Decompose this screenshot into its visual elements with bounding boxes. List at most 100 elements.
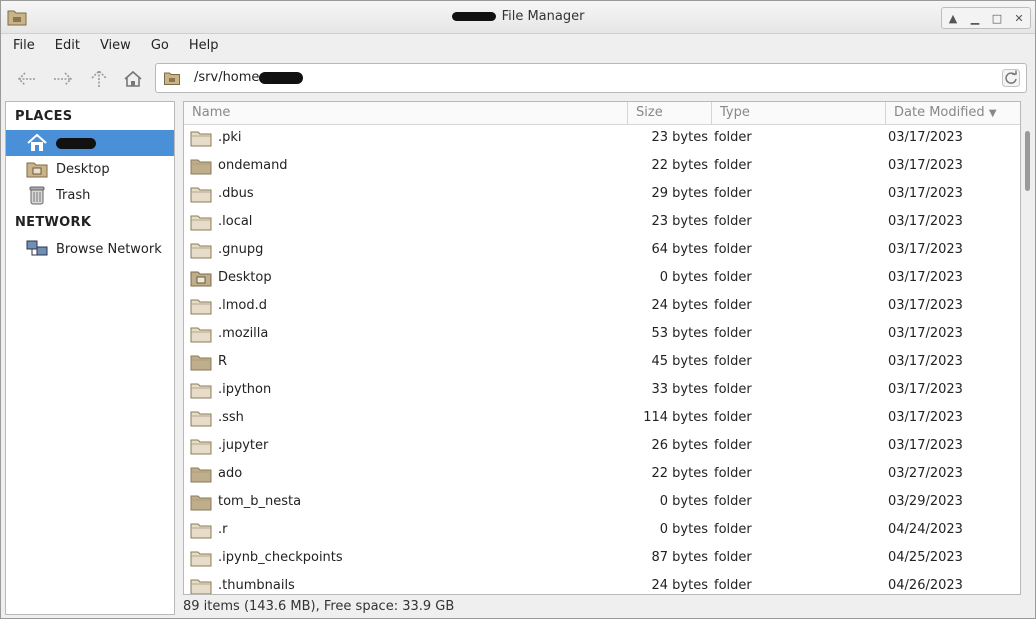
table-row[interactable]: .pki 23 bytes folder 03/17/2023 bbox=[184, 124, 1020, 152]
maximize-icon[interactable]: □ bbox=[986, 8, 1008, 28]
menu-go[interactable]: Go bbox=[139, 38, 177, 53]
file-size: 87 bytes bbox=[651, 550, 709, 565]
minimize-icon[interactable]: ▁ bbox=[964, 8, 986, 28]
menu-help[interactable]: Help bbox=[177, 38, 227, 53]
column-header-date[interactable]: Date Modified ▼ bbox=[886, 102, 1020, 124]
file-date: 03/17/2023 bbox=[888, 214, 963, 229]
file-size: 45 bytes bbox=[651, 354, 709, 369]
sidebar-item-home[interactable] bbox=[6, 130, 174, 156]
file-type: folder bbox=[714, 494, 752, 509]
parent-folder-button[interactable] bbox=[85, 67, 113, 91]
home-icon bbox=[26, 133, 48, 153]
network-heading: NETWORK bbox=[15, 215, 92, 230]
forward-arrow-icon bbox=[54, 72, 73, 86]
folder-icon bbox=[164, 72, 180, 85]
file-date: 03/27/2023 bbox=[888, 466, 963, 481]
folder-icon bbox=[190, 185, 212, 203]
file-size: 64 bytes bbox=[651, 242, 709, 257]
table-row[interactable]: .local 23 bytes folder 03/17/2023 bbox=[184, 208, 1020, 236]
trash-icon bbox=[26, 185, 48, 205]
back-button[interactable] bbox=[13, 67, 41, 91]
menu-file[interactable]: File bbox=[1, 38, 43, 53]
file-size: 24 bytes bbox=[651, 298, 709, 313]
title-bar: File Manager ▲ ▁ □ ✕ bbox=[1, 1, 1035, 34]
file-name: .ipython bbox=[218, 382, 272, 397]
folder-icon bbox=[190, 493, 212, 511]
folder-icon bbox=[190, 241, 212, 259]
file-type: folder bbox=[714, 578, 752, 593]
table-row[interactable]: .ipython 33 bytes folder 03/17/2023 bbox=[184, 376, 1020, 404]
file-size: 0 bytes bbox=[659, 270, 708, 285]
close-icon[interactable]: ✕ bbox=[1008, 8, 1030, 28]
file-date: 03/17/2023 bbox=[888, 326, 963, 341]
table-row[interactable]: Desktop 0 bytes folder 03/17/2023 bbox=[184, 264, 1020, 292]
file-type: folder bbox=[714, 186, 752, 201]
window-title: File Manager bbox=[1, 9, 1035, 24]
file-size: 114 bytes bbox=[643, 410, 708, 425]
file-name: .local bbox=[218, 214, 253, 229]
file-size: 29 bytes bbox=[651, 186, 709, 201]
location-path: /srv/home bbox=[194, 70, 260, 85]
file-type: folder bbox=[714, 466, 752, 481]
home-button[interactable] bbox=[119, 67, 147, 91]
file-type: folder bbox=[714, 382, 752, 397]
forward-button[interactable] bbox=[49, 67, 77, 91]
file-size: 22 bytes bbox=[651, 466, 709, 481]
table-row[interactable]: .jupyter 26 bytes folder 03/17/2023 bbox=[184, 432, 1020, 460]
table-row[interactable]: tom_b_nesta 0 bytes folder 03/29/2023 bbox=[184, 488, 1020, 516]
file-type: folder bbox=[714, 242, 752, 257]
table-row[interactable]: ado 22 bytes folder 03/27/2023 bbox=[184, 460, 1020, 488]
file-name: .thumbnails bbox=[218, 578, 295, 593]
sidebar-item-desktop[interactable]: Desktop bbox=[6, 156, 174, 182]
folder-icon bbox=[190, 297, 212, 315]
file-name: tom_b_nesta bbox=[218, 494, 302, 509]
table-row[interactable]: R 45 bytes folder 03/17/2023 bbox=[184, 348, 1020, 376]
folder-icon bbox=[190, 465, 212, 483]
file-type: folder bbox=[714, 438, 752, 453]
table-row[interactable]: ondemand 22 bytes folder 03/17/2023 bbox=[184, 152, 1020, 180]
location-bar[interactable]: /srv/home bbox=[155, 63, 1027, 93]
sidebar-item-browse-network[interactable]: Browse Network bbox=[6, 236, 174, 262]
table-row[interactable]: .lmod.d 24 bytes folder 03/17/2023 bbox=[184, 292, 1020, 320]
file-name: .pki bbox=[218, 130, 242, 145]
scrollbar[interactable] bbox=[1023, 101, 1033, 595]
file-name: .dbus bbox=[218, 186, 254, 201]
table-row[interactable]: .ssh 114 bytes folder 03/17/2023 bbox=[184, 404, 1020, 432]
column-headers: Name Size Type Date Modified ▼ bbox=[184, 102, 1020, 125]
file-date: 04/25/2023 bbox=[888, 550, 963, 565]
column-header-type[interactable]: Type bbox=[712, 102, 886, 124]
column-header-name[interactable]: Name bbox=[184, 102, 628, 124]
file-name: .gnupg bbox=[218, 242, 264, 257]
file-date: 03/29/2023 bbox=[888, 494, 963, 509]
reload-icon[interactable] bbox=[1002, 69, 1020, 87]
folder-icon bbox=[190, 157, 212, 175]
up-icon[interactable]: ▲ bbox=[942, 8, 964, 28]
table-row[interactable]: .thumbnails 24 bytes folder 04/26/2023 bbox=[184, 572, 1020, 594]
status-bar: 89 items (143.6 MB), Free space: 33.9 GB bbox=[183, 599, 455, 614]
table-row[interactable]: .ipynb_checkpoints 87 bytes folder 04/25/20… bbox=[184, 544, 1020, 572]
file-type: folder bbox=[714, 354, 752, 369]
table-row[interactable]: .r 0 bytes folder 04/24/2023 bbox=[184, 516, 1020, 544]
file-size: 23 bytes bbox=[651, 130, 709, 145]
menu-edit[interactable]: Edit bbox=[43, 38, 88, 53]
back-arrow-icon bbox=[17, 72, 36, 86]
sort-descending-icon: ▼ bbox=[988, 108, 997, 119]
sidebar-item-trash[interactable]: Trash bbox=[6, 182, 174, 208]
folder-icon bbox=[190, 409, 212, 427]
scrollbar-thumb[interactable] bbox=[1025, 131, 1030, 191]
file-name: R bbox=[218, 354, 228, 369]
table-row[interactable]: .gnupg 64 bytes folder 03/17/2023 bbox=[184, 236, 1020, 264]
file-name: .lmod.d bbox=[218, 298, 267, 313]
column-header-size[interactable]: Size bbox=[628, 102, 712, 124]
table-row[interactable]: .dbus 29 bytes folder 03/17/2023 bbox=[184, 180, 1020, 208]
sidebar-item-label: Trash bbox=[56, 187, 91, 203]
file-name: .jupyter bbox=[218, 438, 269, 453]
menu-view[interactable]: View bbox=[88, 38, 139, 53]
file-list: Name Size Type Date Modified ▼ .pki 23 by… bbox=[183, 101, 1021, 595]
file-size: 53 bytes bbox=[651, 326, 709, 341]
table-row[interactable]: .mozilla 53 bytes folder 03/17/2023 bbox=[184, 320, 1020, 348]
sidebar-item-label: Desktop bbox=[56, 161, 110, 177]
folder-icon bbox=[190, 353, 212, 371]
folder-icon bbox=[190, 325, 212, 343]
file-manager-window: File Manager ▲ ▁ □ ✕ File Edit View Go H… bbox=[0, 0, 1036, 619]
